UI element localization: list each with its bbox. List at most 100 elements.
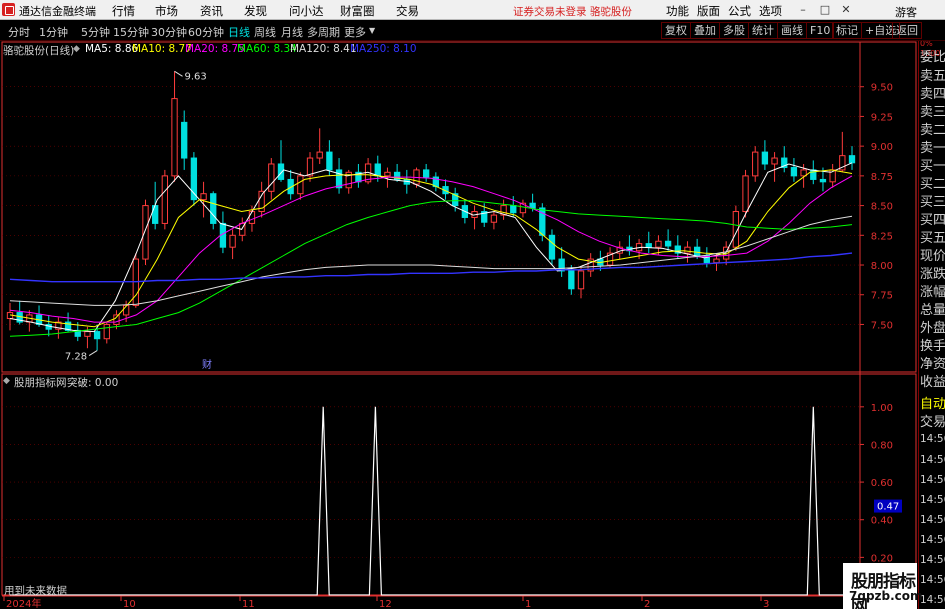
trade-time-5: 14:56: [920, 514, 945, 526]
candle-up: [742, 175, 749, 213]
main-chart-header: 骆驼股份(日线) ◆ MA5: 8.86 MA10: 8.77 MA20: 8.…: [0, 41, 860, 57]
indicator-ma5: MA5: 8.86: [85, 43, 139, 55]
candle-up: [103, 323, 110, 340]
candle-down: [693, 246, 701, 257]
sub-tick-label: 0.40: [871, 516, 893, 527]
trade-time-6: 14:56: [920, 534, 945, 546]
trade-time-9: 14:56: [920, 594, 945, 606]
sub-indicator-name[interactable]: 股朋指标网: [14, 375, 67, 390]
sub-tick-label: 0.60: [871, 478, 893, 489]
side-item-sell3: 卖三: [920, 105, 945, 120]
indicator-ma250: MA250: 8.10: [350, 43, 417, 55]
low-pointer: [88, 350, 98, 357]
side-item-change: 涨跌: [920, 267, 945, 282]
side-item-buy1: 买一: [920, 159, 945, 174]
candle-up: [752, 151, 759, 177]
candle-down: [510, 205, 517, 214]
trade-label[interactable]: 交易: [920, 411, 945, 430]
kline-chart[interactable]: 7.507.758.008.258.508.759.009.259.500.20…: [0, 0, 945, 609]
price-tick-label: 9.50: [871, 83, 893, 94]
candle-down: [374, 163, 381, 177]
sub-tick-label: 0.80: [871, 440, 893, 451]
time-tick-label: 11: [242, 599, 255, 609]
candle-up: [200, 193, 207, 201]
candle-down: [848, 155, 856, 164]
candle-up: [655, 240, 662, 248]
candle-up: [771, 157, 778, 165]
indicator-toggle-icon[interactable]: ◆: [73, 44, 80, 54]
side-item-sell2: 卖二: [920, 123, 945, 138]
high-label: 9.63: [185, 71, 207, 82]
side-item-net-assets: 净资: [920, 357, 945, 372]
candle-up: [306, 157, 314, 177]
candle-up: [84, 331, 91, 337]
indicator-ma20: MA20: 8.75: [185, 43, 245, 55]
trade-time-7: 14:56: [920, 554, 945, 566]
price-tick-label: 7.50: [871, 320, 893, 331]
trade-time-8: 14:56: [920, 574, 945, 586]
candle-up: [297, 175, 304, 195]
side-item-change-pct: 涨幅: [920, 285, 945, 300]
trade-time-1: 14:56: [920, 433, 945, 445]
trade-time-2: 14:56: [920, 454, 945, 466]
candle-down: [93, 331, 101, 340]
price-tick-label: 8.50: [871, 202, 893, 213]
side-item-buy2: 买二: [920, 177, 945, 192]
side-item-buy5: 买五: [920, 231, 945, 246]
sub-current-value: 0.47: [877, 502, 899, 513]
candle-up: [142, 205, 149, 260]
auto-trade-label[interactable]: 自动: [920, 393, 945, 412]
candle-down: [277, 163, 285, 180]
time-tick-label: 2: [644, 599, 650, 609]
side-item-weibi: 委比: [920, 50, 945, 65]
candle-up: [577, 270, 585, 290]
quote-side-panel: 0% 1000 委比 卖五 卖四 卖三 卖二 卖一 买一 买二 买三 买四 买五…: [918, 41, 945, 609]
candle-down: [645, 243, 652, 248]
candle-down: [181, 121, 188, 159]
side-item-turnover: 换手: [920, 339, 945, 354]
main-chart-frame: [1, 41, 917, 373]
breakout-signal-line: [10, 406, 852, 596]
indicator-toggle-icon[interactable]: ◆: [3, 376, 10, 386]
sub-chart-header: ◆ 股朋指标网 突破: 0.00: [0, 373, 860, 389]
indicator-ma60: MA60: 8.34: [237, 43, 297, 55]
candle-up: [490, 214, 498, 223]
finance-mark: 财: [202, 358, 212, 371]
time-tick-label: 12: [379, 599, 392, 609]
site-watermark: 股朋指标网 7gpzb.com: [843, 563, 923, 609]
candle-up: [113, 314, 120, 325]
candle-up: [684, 246, 691, 254]
candle-up: [713, 258, 720, 264]
side-item-buy3: 买三: [920, 195, 945, 210]
price-tick-label: 8.00: [871, 261, 893, 272]
high-pointer: [174, 70, 183, 77]
price-tick-label: 9.25: [871, 112, 893, 123]
candle-down: [568, 270, 575, 290]
side-item-outer: 外盘: [920, 321, 945, 336]
stock-title[interactable]: 骆驼股份(日线): [3, 43, 74, 58]
candle-down: [548, 234, 556, 260]
future-data-note: 用到未来数据: [4, 585, 67, 597]
side-item-sell5: 卖五: [920, 69, 945, 84]
candle-up: [171, 98, 178, 177]
candle-down: [664, 240, 672, 247]
time-tick-label: 2024年: [6, 597, 41, 609]
watermark-url: 7gpzb.com: [849, 589, 923, 603]
time-tick-label: 3: [763, 599, 769, 609]
side-item-price: 现价: [920, 249, 945, 264]
price-tick-label: 8.75: [871, 172, 893, 183]
candle-down: [819, 178, 827, 183]
candle-up: [229, 234, 236, 248]
candle-down: [790, 167, 798, 177]
candle-down: [529, 202, 536, 209]
candle-up: [316, 151, 323, 159]
candle-down: [152, 205, 159, 224]
candle-up: [268, 163, 275, 192]
price-tick-label: 9.00: [871, 142, 893, 153]
candle-down: [210, 193, 217, 224]
side-item-volume: 总量: [920, 303, 945, 318]
candle-up: [161, 175, 169, 224]
price-tick-label: 7.75: [871, 291, 893, 302]
trade-time-3: 14:56: [920, 474, 945, 486]
candle-down: [326, 151, 333, 171]
